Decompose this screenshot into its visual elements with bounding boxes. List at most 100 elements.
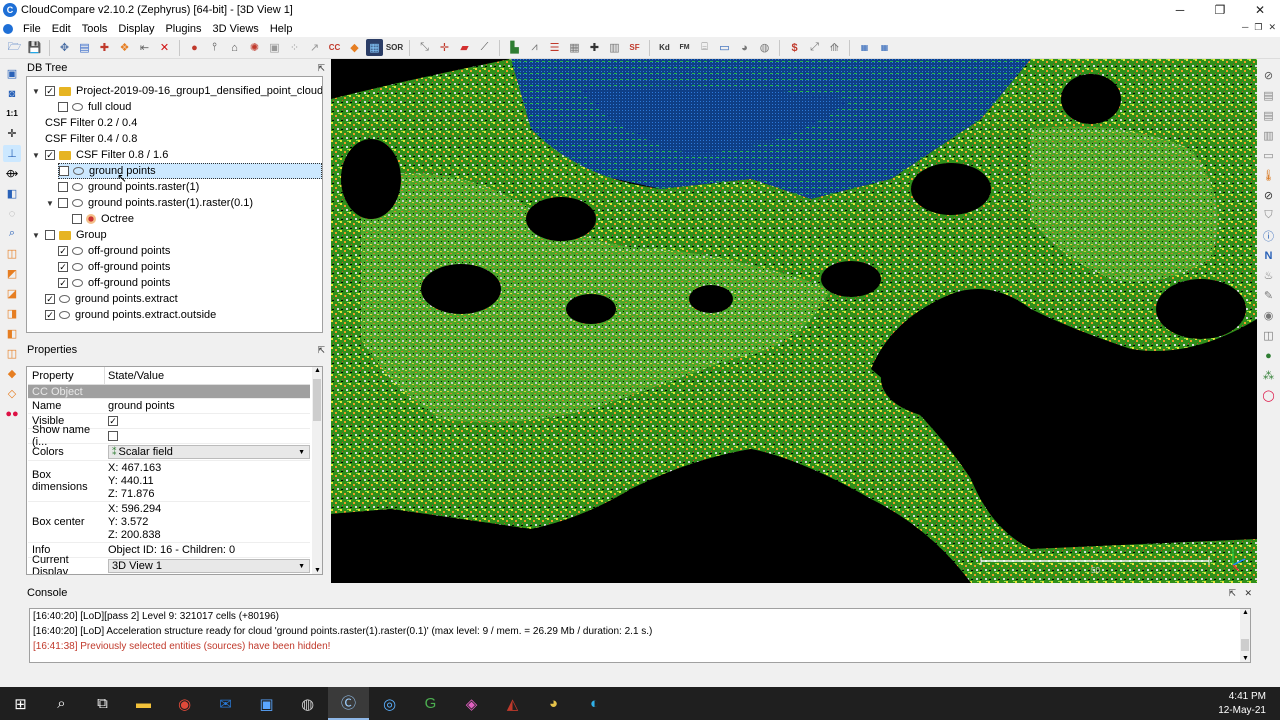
camera-sensor-icon[interactable]: ◫ — [1260, 327, 1277, 344]
dock-pin-icon[interactable]: ⇱ — [317, 63, 325, 74]
tree-checkbox[interactable]: ✓ — [45, 294, 55, 304]
menu-plugins[interactable]: Plugins — [160, 23, 207, 35]
translate-rotate-icon[interactable]: ✥ — [56, 39, 73, 56]
brush-icon[interactable]: ♨ — [1260, 267, 1277, 284]
tree-item-raster-0.1[interactable]: ▼ ground points.raster(1).raster(0.1) — [45, 195, 253, 211]
no-icon[interactable]: ⊘ — [1260, 67, 1277, 84]
colors-dropdown[interactable]: ⁑ Scalar field ▼ — [108, 445, 310, 459]
iso-view-1-icon[interactable]: ◆ — [3, 365, 21, 382]
layer-2-icon[interactable]: ▤ — [1260, 107, 1277, 124]
tree-checkbox[interactable]: ✓ — [45, 86, 55, 96]
mdi-close-icon[interactable]: ✕ — [1268, 22, 1276, 33]
tree-checkbox[interactable]: ✓ — [45, 310, 55, 320]
expand-arrow-icon[interactable]: ▼ — [31, 87, 41, 96]
app-red-icon[interactable]: ◭ — [492, 687, 533, 720]
global-zoom-icon[interactable]: ▣ — [3, 65, 21, 82]
tree-item-csf-0.2[interactable]: CSF Filter 0.2 / 0.4 — [45, 115, 137, 131]
menu-tools[interactable]: Tools — [77, 23, 114, 35]
add-sf-icon[interactable]: ✚ — [586, 39, 603, 56]
close-button[interactable]: ✕ — [1240, 0, 1280, 20]
layer-3-icon[interactable]: ▥ — [1260, 127, 1277, 144]
tree-checkbox[interactable] — [59, 166, 69, 176]
subsample-icon[interactable]: ⇤ — [136, 39, 153, 56]
app-sphere-icon[interactable]: ◍ — [287, 687, 328, 720]
tree-checkbox[interactable] — [58, 198, 68, 208]
pick-icon[interactable]: ⤡ — [416, 39, 433, 56]
console-close-icon[interactable]: ✕ — [1244, 588, 1252, 599]
app-photos-icon[interactable]: ◈ — [451, 687, 492, 720]
view-front-icon[interactable]: ◩ — [3, 265, 21, 282]
axis-icon[interactable]: ⊥ — [3, 145, 21, 162]
merge-icon[interactable]: ✚ — [96, 39, 113, 56]
outlook-icon[interactable]: ✉ — [205, 687, 246, 720]
save-icon[interactable]: 💾 — [26, 39, 43, 56]
app-globe-icon[interactable]: ◕ — [533, 687, 574, 720]
3d-view[interactable]: 50 — [331, 59, 1257, 583]
menu-display[interactable]: Display — [113, 23, 160, 35]
task-view-icon[interactable]: ⧉ — [82, 687, 123, 720]
expand-arrow-icon[interactable]: ▼ — [45, 199, 55, 208]
view-right-icon[interactable]: ◧ — [3, 325, 21, 342]
menu-help[interactable]: Help — [265, 23, 299, 35]
cc-icon[interactable]: CC — [326, 39, 343, 56]
view-left-icon[interactable]: ◪ — [3, 285, 21, 302]
tree-item-full-cloud[interactable]: full cloud — [58, 99, 131, 115]
mesh-icon[interactable]: ◆ — [346, 39, 363, 56]
stereo-icon[interactable]: ●● — [3, 405, 21, 422]
delete-icon[interactable]: ✕ — [156, 39, 173, 56]
dock-float-icon[interactable]: ⇱ — [1228, 588, 1236, 599]
scroll-thumb[interactable] — [1241, 639, 1249, 651]
shield-icon[interactable]: ⛉ — [1260, 207, 1277, 224]
scroll-up-icon[interactable]: ▲ — [1242, 609, 1249, 616]
mdi-restore-icon[interactable]: ❐ — [1254, 22, 1262, 33]
expand-arrow-icon[interactable]: ▼ — [31, 151, 41, 160]
tree-item-project[interactable]: ▼ ✓ Project-2019-09-16_group1_densified_… — [31, 83, 322, 99]
plugin-plane-icon[interactable]: ⟰ — [826, 39, 843, 56]
dock-pin-icon[interactable]: ⇱ — [317, 345, 325, 356]
delete-sf-icon[interactable]: ▥ — [606, 39, 623, 56]
tree-item-csf-0.4[interactable]: CSF Filter 0.4 / 0.8 — [45, 131, 137, 147]
iso-view-2-icon[interactable]: ◇ — [3, 385, 21, 402]
trace-polyline-icon[interactable]: ▰ — [456, 39, 473, 56]
tree-item-group[interactable]: ▼ Group — [31, 227, 107, 243]
sf-filter-icon[interactable]: ☰ — [546, 39, 563, 56]
menu-edit[interactable]: Edit — [47, 23, 77, 35]
cloudcompare-viewer-icon[interactable]: ◎ — [369, 687, 410, 720]
labels-icon[interactable]: ⁂ — [1260, 367, 1277, 384]
scroll-up-icon[interactable]: ▲ — [314, 367, 321, 374]
app-green-icon[interactable]: G — [410, 687, 451, 720]
visible-checkbox[interactable]: ✓ — [108, 416, 118, 426]
minimize-button[interactable]: ─ — [1160, 0, 1200, 20]
compass-icon[interactable]: ⊘ — [1260, 187, 1277, 204]
tree-checkbox[interactable] — [58, 182, 68, 192]
globe-icon[interactable]: ◍ — [756, 39, 773, 56]
current-display-dropdown[interactable]: 3D View 1 ▼ — [108, 559, 310, 573]
tree-item-off-ground-1[interactable]: ✓ off-ground points — [58, 243, 170, 259]
tree-checkbox[interactable] — [72, 214, 82, 224]
ellipse-icon[interactable]: ◯ — [1260, 387, 1277, 404]
tree-item-off-ground-2[interactable]: ✓ off-ground points — [58, 259, 170, 275]
sf-icon[interactable]: SF — [626, 39, 643, 56]
tree-item-extract[interactable]: ✓ ground points.extract — [45, 291, 178, 307]
canupo-train-icon[interactable]: ▦ — [856, 39, 873, 56]
register-icon[interactable]: ⫯ — [206, 39, 223, 56]
camera-icon[interactable]: ⌸ — [696, 39, 713, 56]
tree-checkbox[interactable] — [58, 102, 68, 112]
layer-icon[interactable]: ▤ — [1260, 87, 1277, 104]
menu-3d-views[interactable]: 3D Views — [208, 23, 265, 35]
scroll-down-icon[interactable]: ▼ — [314, 567, 321, 574]
maximize-button[interactable]: ❐ — [1200, 0, 1240, 20]
layer-4-icon[interactable]: ▭ — [1260, 147, 1277, 164]
cloudcompare-taskbar-icon[interactable]: Ⓒ — [328, 687, 369, 720]
search-icon[interactable]: ⌕ — [41, 687, 82, 720]
tree-checkbox[interactable]: ✓ — [58, 262, 68, 272]
measure-icon[interactable]: ⟋ — [476, 39, 493, 56]
show-name-checkbox[interactable] — [108, 431, 118, 441]
info-icon[interactable]: ⓘ — [1260, 227, 1277, 244]
sf-arithmetic-icon[interactable]: ▦ — [566, 39, 583, 56]
clone-icon[interactable]: ❖ — [116, 39, 133, 56]
view-back-icon[interactable]: ◨ — [3, 305, 21, 322]
distance-icon[interactable]: ↗ — [306, 39, 323, 56]
point-picking-icon[interactable]: ✛ — [436, 39, 453, 56]
zoom-icon[interactable]: ⌕ — [3, 225, 21, 242]
